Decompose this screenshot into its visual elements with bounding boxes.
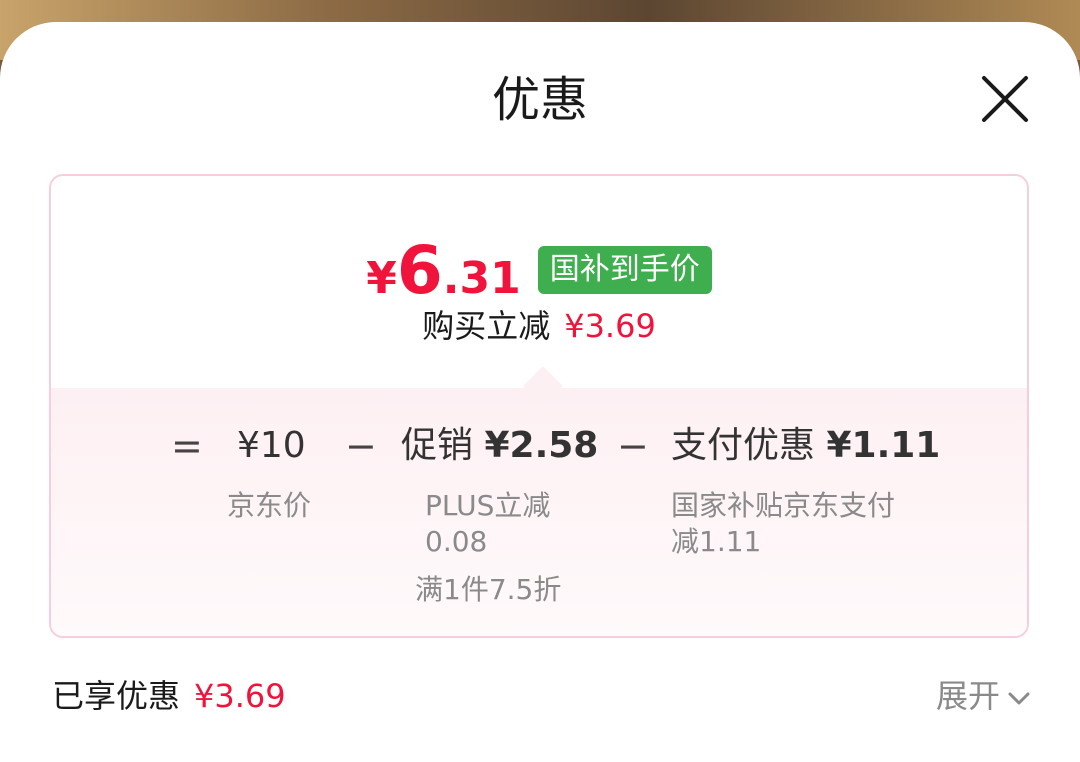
minus-sign: − xyxy=(345,424,377,468)
subsidy-price-badge: 国补到手价 xyxy=(537,246,712,294)
minus-sign: − xyxy=(617,424,649,468)
final-price-decimal: .31 xyxy=(442,253,521,304)
price-breakdown-card: ¥6.31 国补到手价 购买立减 ¥3.69 = ¥10 − 促销 ¥2.58 −… xyxy=(49,174,1029,638)
payment-discount-value: ¥1.11 xyxy=(826,425,941,466)
enjoyed-discount-amount: ¥3.69 xyxy=(194,677,286,715)
promo-desc-line1: PLUS立减 xyxy=(425,489,551,522)
expand-button[interactable]: 展开 xyxy=(936,676,1032,716)
promo-label: 促销 xyxy=(401,425,474,466)
promo-amount: 促销 ¥2.58 xyxy=(401,424,598,468)
payment-desc-line2: 减1.11 xyxy=(671,525,762,558)
base-price-amount: ¥10 xyxy=(237,425,306,466)
enjoyed-discount-label: 已享优惠 xyxy=(52,677,181,715)
promo-value: ¥2.58 xyxy=(484,425,599,466)
final-price-symbol: ¥ xyxy=(366,253,397,304)
instant-saving-label: 购买立减 xyxy=(422,307,551,345)
payment-discount-label: 支付优惠 xyxy=(671,425,816,466)
promo-desc-line3: 满1件7.5折 xyxy=(415,573,562,606)
enjoyed-discount-row: 已享优惠 ¥3.69 xyxy=(52,676,286,716)
final-price-integer: 6 xyxy=(396,232,443,309)
final-price-row: ¥6.31 国补到手价 xyxy=(51,232,1027,309)
instant-saving-amount: ¥3.69 xyxy=(564,307,656,345)
equals-sign: = xyxy=(171,424,203,468)
promo-desc-line2: 0.08 xyxy=(425,525,488,558)
base-price-desc: 京东价 xyxy=(227,489,312,522)
payment-desc-line1: 国家补贴京东支付 xyxy=(671,489,896,522)
sheet-title: 优惠 xyxy=(491,72,588,128)
instant-saving-row: 购买立减 ¥3.69 xyxy=(51,306,1027,346)
close-icon xyxy=(982,76,1028,122)
payment-discount-amount: 支付优惠 ¥1.11 xyxy=(671,424,940,468)
chevron-down-icon xyxy=(1008,692,1030,705)
close-button[interactable] xyxy=(976,70,1034,128)
expand-label: 展开 xyxy=(935,677,1000,715)
